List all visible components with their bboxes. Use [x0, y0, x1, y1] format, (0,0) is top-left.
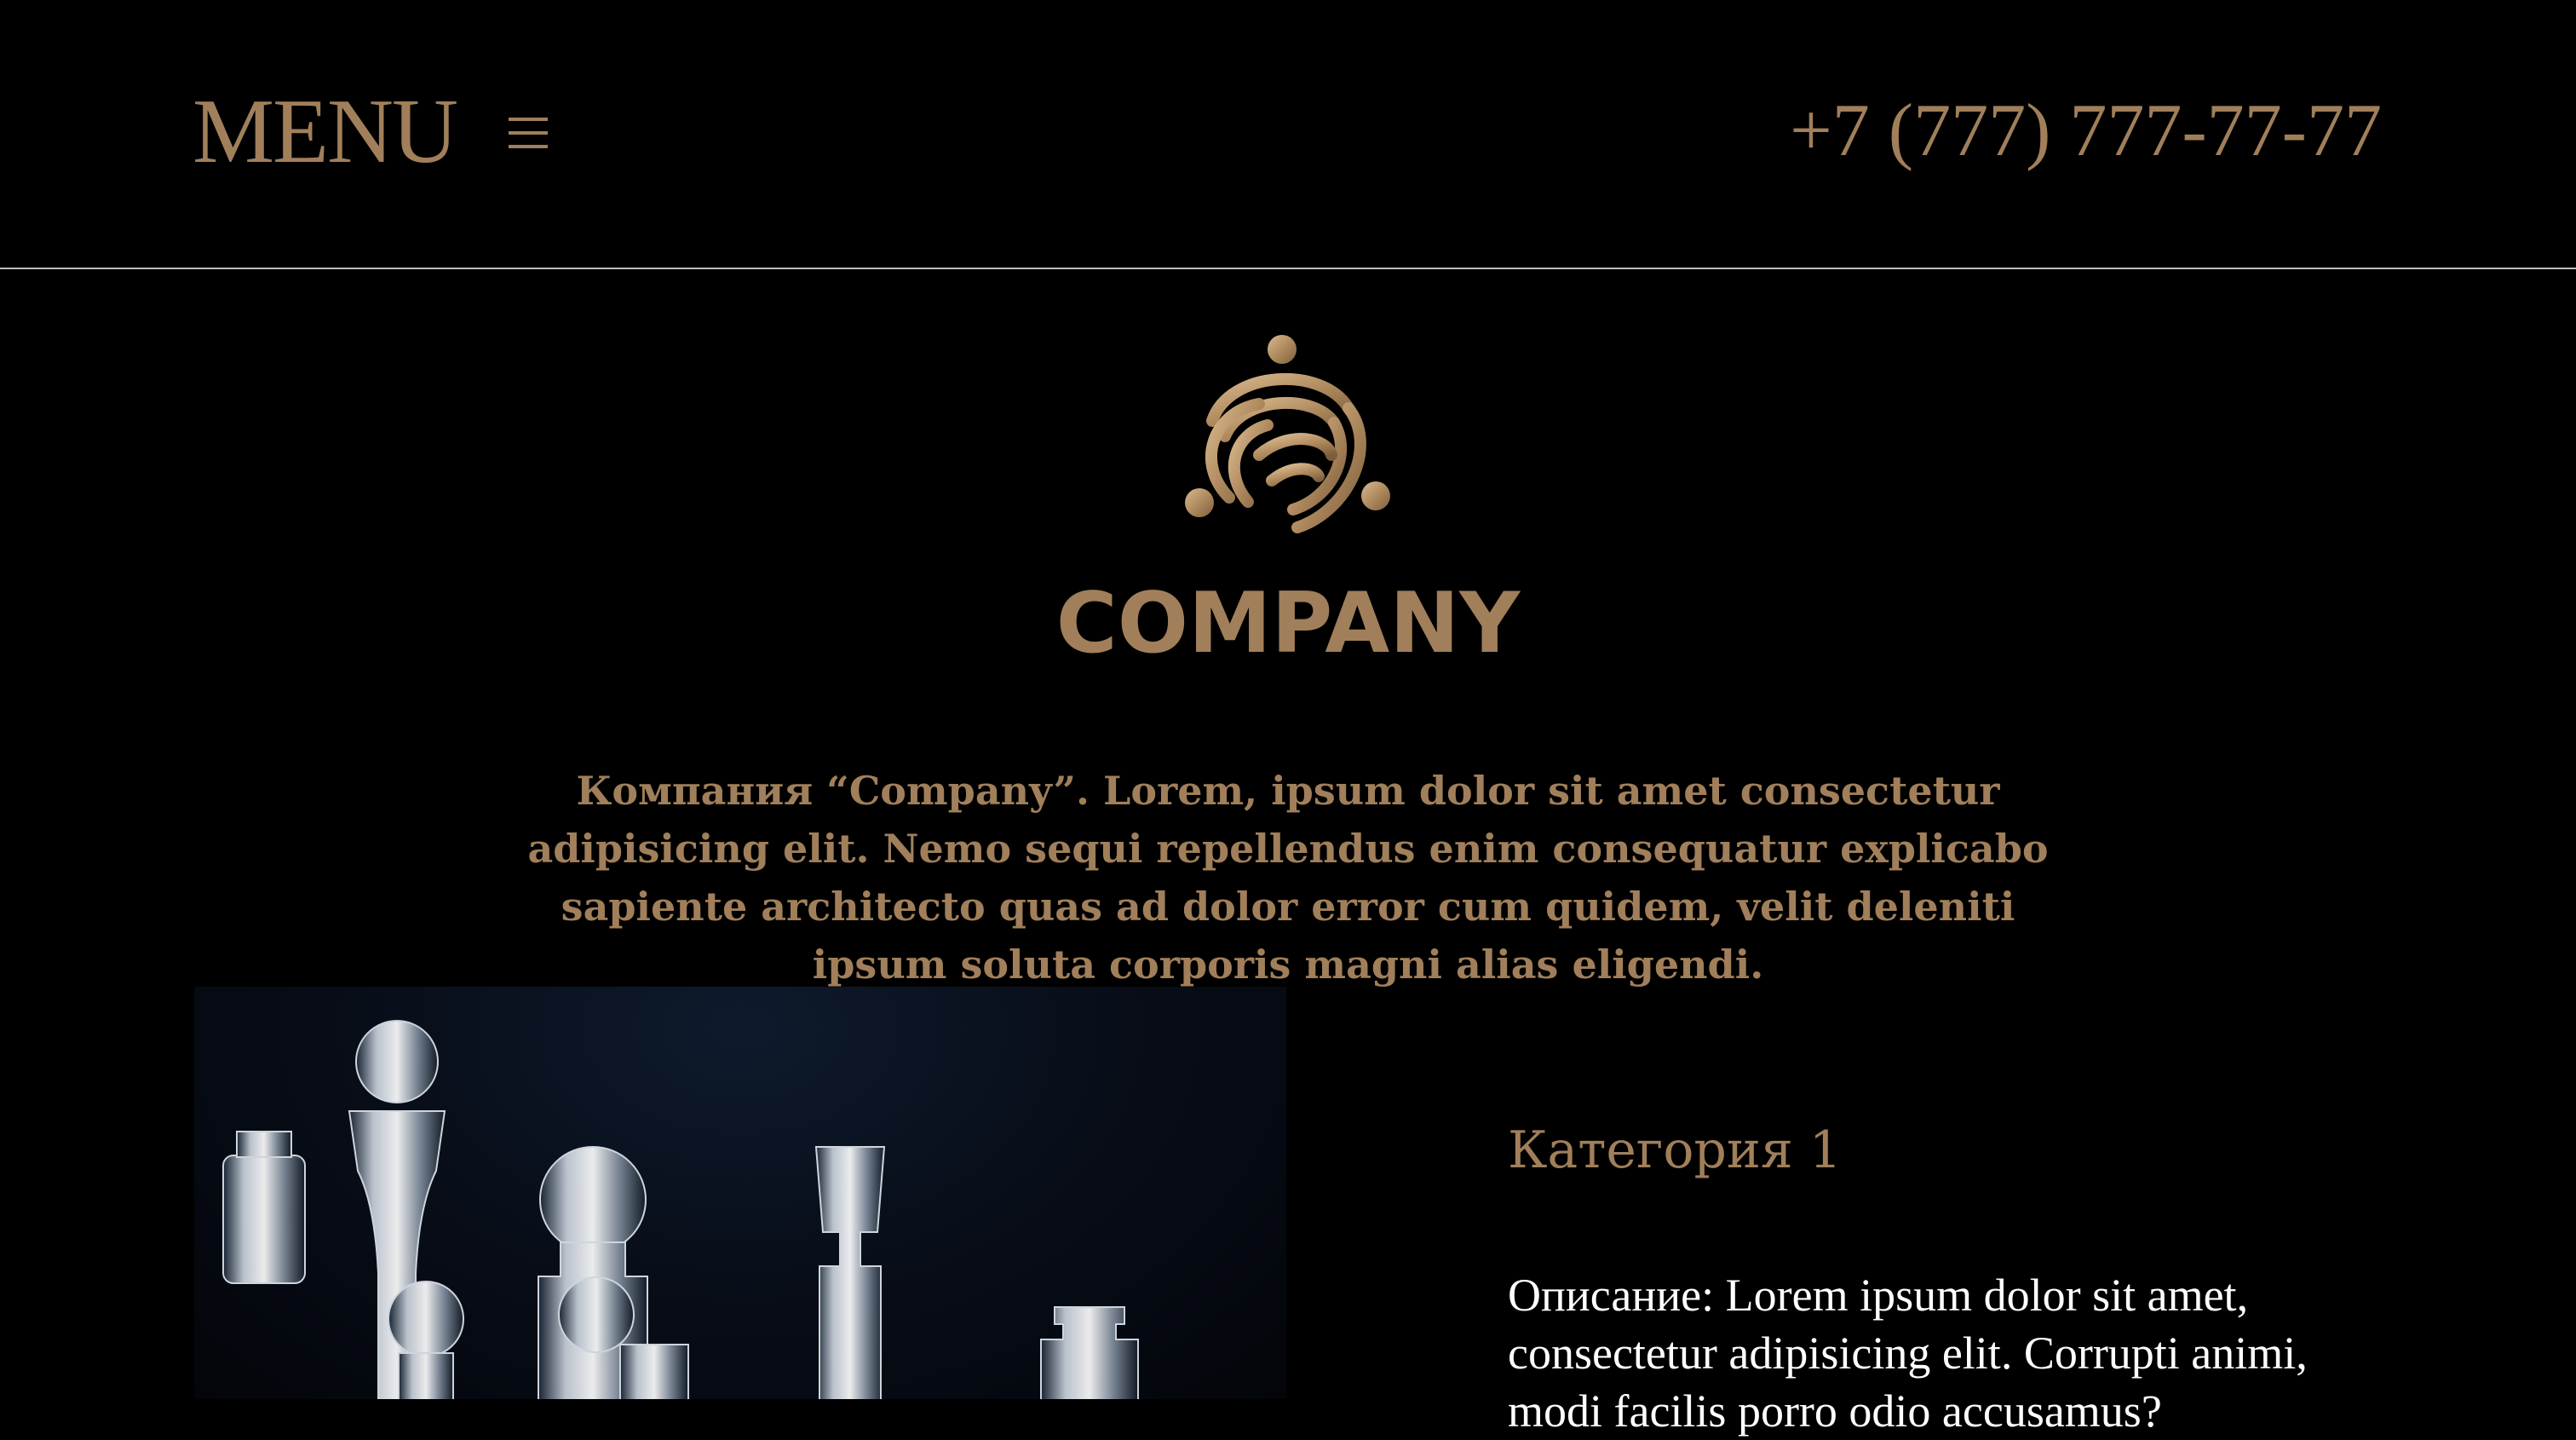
site-header: MENU +7 (777) 777-77-77 — [0, 0, 2576, 269]
menu-label[interactable]: MENU — [193, 81, 458, 183]
phone-link[interactable]: +7 (777) 777-77-77 — [1790, 89, 2382, 174]
crystal-decanters-photo — [194, 987, 1286, 1399]
company-logo — [1178, 327, 1398, 547]
category-description: Описание: Lorem ipsum dolor sit amet, co… — [1508, 1270, 2308, 1437]
hamburger-icon[interactable] — [509, 118, 548, 148]
company-description: Компания “Company”. Lorem, ipsum dolor s… — [527, 768, 2049, 988]
company-name: COMPANY — [1055, 575, 1521, 672]
category-title: Категория 1 — [1508, 1120, 1842, 1180]
